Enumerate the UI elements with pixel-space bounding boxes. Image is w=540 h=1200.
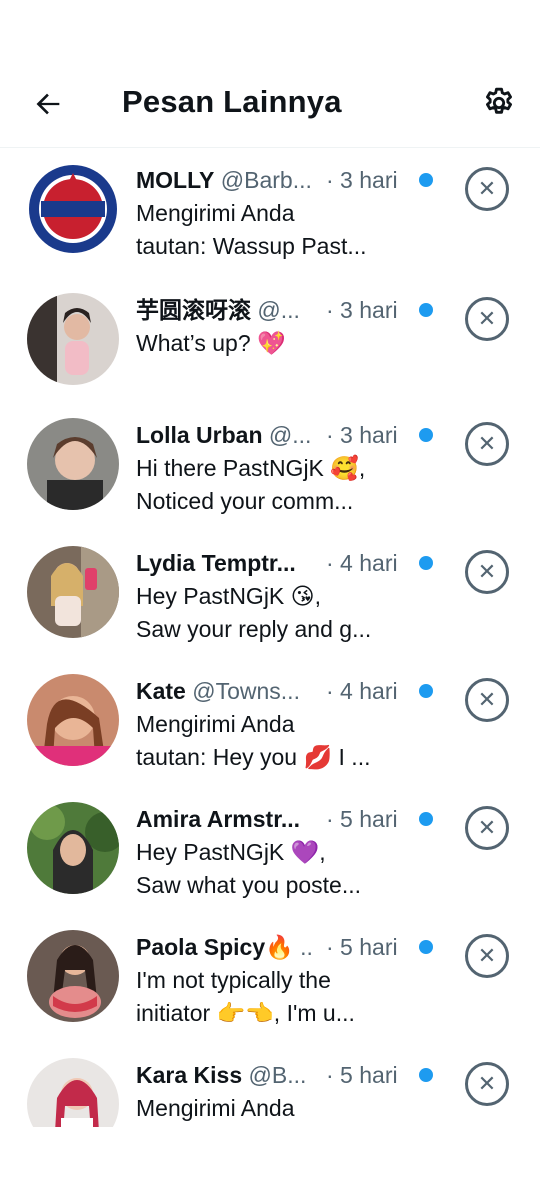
sender-handle: @... [268,422,312,448]
sender-handle: @Towns... [192,678,300,704]
conversation-row[interactable]: MOLLY @Barb... · 3 hari Mengirimi Anda t… [0,149,540,277]
dismiss-button[interactable]: ✕ [465,297,509,341]
unread-dot [419,1068,433,1082]
unread-dot [419,812,433,826]
preview-line-2: Saw what you poste... [136,872,362,898]
timestamp: · 3 hari [326,167,398,193]
message-request-list: MOLLY @Barb... · 3 hari Mengirimi Anda t… [0,149,540,1127]
preview-line-2: tautan: Hey you 💋 I ... [136,744,371,770]
sender-handle: @B... [248,1062,307,1088]
timestamp: · 5 hari [326,934,398,960]
avatar [27,546,119,638]
close-icon: ✕ [477,943,497,968]
unread-dot [419,684,433,698]
conversation-row[interactable]: Kate @Towns... · 4 hari Mengirimi Anda t… [0,660,540,788]
preview-line-2: Noticed your comm... [136,488,354,514]
timestamp: · 4 hari [326,678,398,704]
sender-name: Amira Armstr... [136,806,301,832]
message-preview: Mengirimi Anda tautan: Hey you 💋 I ... [136,708,426,774]
dismiss-button[interactable]: ✕ [465,550,509,594]
close-icon: ✕ [477,176,497,201]
preview-line-1: Hi there PastNGjK 🥰, [136,455,366,481]
preview-line-1: Mengirimi Anda [136,1095,295,1121]
preview-line-2: tautan: Wassup Past... [136,233,367,259]
unread-dot [419,173,433,187]
unread-dot [419,428,433,442]
preview-line-2: initiator 👉👈, I'm u... [136,1000,355,1026]
preview-line-1: Mengirimi Anda [136,200,295,226]
sender-name: Kate [136,678,186,704]
arrow-left-icon [36,93,60,115]
sender-name: MOLLY [136,167,215,193]
sender-handle: @Barb... [220,167,312,193]
dismiss-button[interactable]: ✕ [465,422,509,466]
conversation-row[interactable]: 芋圆滚呀滚 @... · 3 hari What’s up? 💖 ✕ [0,279,540,407]
conversation-row[interactable]: Lydia Temptr... · 4 hari Hey PastNGjK 😘,… [0,532,540,660]
close-icon: ✕ [477,687,497,712]
message-preview: I'm not typically the initiator 👉👈, I'm … [136,964,426,1030]
conversation-row[interactable]: Paola Spicy🔥 .. · 5 hari I'm not typical… [0,916,540,1044]
conversation-row[interactable]: Amira Armstr... · 5 hari Hey PastNGjK 💜,… [0,788,540,916]
avatar [27,802,119,894]
sender-handle: .. [300,934,313,960]
unread-dot [419,556,433,570]
unread-dot [419,940,433,954]
sender-name: 芋圆滚呀滚 [136,297,251,323]
gear-icon [486,87,512,114]
message-preview: Mengirimi Anda tautan: Wassup Past... [136,197,426,263]
timestamp: · 5 hari [326,1062,398,1088]
sender-handle: @... [257,297,300,323]
top-bar: Pesan Lainnya [0,0,540,148]
timestamp: · 5 hari [326,806,398,832]
avatar [27,674,119,766]
close-icon: ✕ [477,815,497,840]
timestamp: · 4 hari [326,550,398,576]
avatar [27,418,119,510]
avatar [27,293,119,385]
preview-line-1: Mengirimi Anda [136,711,295,737]
avatar [27,930,119,1022]
preview-line-1: I'm not typically the [136,967,331,993]
dismiss-button[interactable]: ✕ [465,806,509,850]
timestamp: · 3 hari [326,297,398,323]
avatar [27,163,119,255]
avatar [27,1058,119,1127]
sender-name: Lydia Temptr... [136,550,296,576]
timestamp: · 3 hari [326,422,398,448]
dismiss-button[interactable]: ✕ [465,934,509,978]
sender-name: Lolla Urban [136,422,263,448]
preview-line-1: Hey PastNGjK 💜, [136,839,326,865]
message-preview: Hey PastNGjK 💜, Saw what you poste... [136,836,426,902]
preview-line-2: Saw your reply and g... [136,616,372,642]
sender-name: Kara Kiss [136,1062,243,1088]
message-preview: Mengirimi Anda [136,1092,426,1125]
close-icon: ✕ [477,306,497,331]
settings-button[interactable] [476,80,522,126]
message-preview: Hi there PastNGjK 🥰, Noticed your comm..… [136,452,426,518]
page-title: Pesan Lainnya [122,84,342,119]
unread-dot [419,303,433,317]
message-preview: What’s up? 💖 [136,327,426,360]
back-button[interactable] [26,82,70,126]
preview-line-1: What’s up? 💖 [136,330,286,356]
close-icon: ✕ [477,1071,497,1096]
message-preview: Hey PastNGjK 😘, Saw your reply and g... [136,580,426,646]
conversation-row[interactable]: Kara Kiss @B... · 5 hari Mengirimi Anda … [0,1044,540,1127]
close-icon: ✕ [477,559,497,584]
dismiss-button[interactable]: ✕ [465,167,509,211]
sender-name: Paola Spicy🔥 [136,934,294,960]
close-icon: ✕ [477,431,497,456]
dismiss-button[interactable]: ✕ [465,678,509,722]
dismiss-button[interactable]: ✕ [465,1062,509,1106]
preview-line-1: Hey PastNGjK 😘, [136,583,322,609]
conversation-row[interactable]: Lolla Urban @... · 3 hari Hi there PastN… [0,404,540,532]
